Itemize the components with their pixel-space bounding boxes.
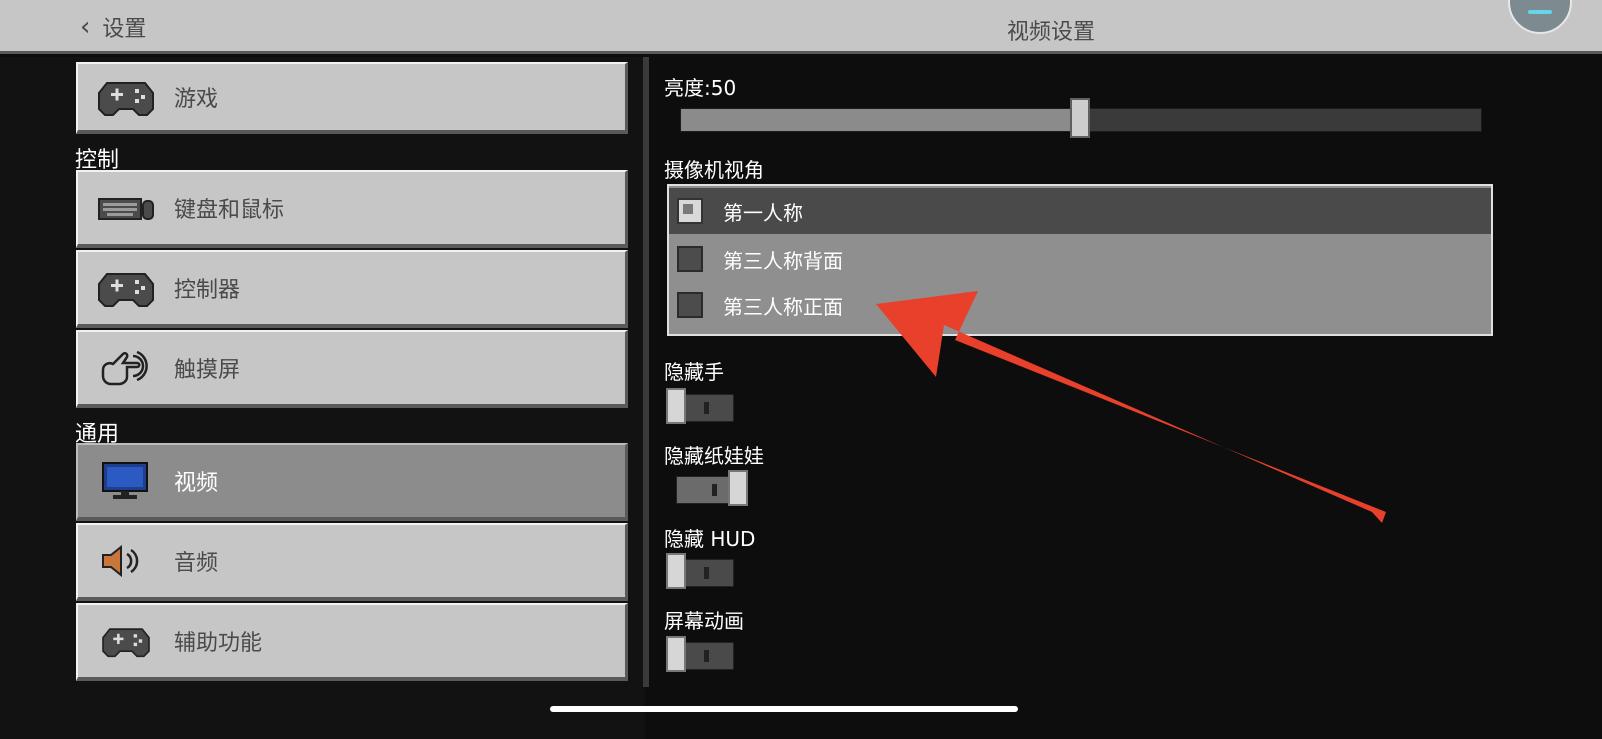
annotation-arrow-icon: [876, 291, 1386, 523]
home-indicator[interactable]: [550, 706, 1018, 712]
